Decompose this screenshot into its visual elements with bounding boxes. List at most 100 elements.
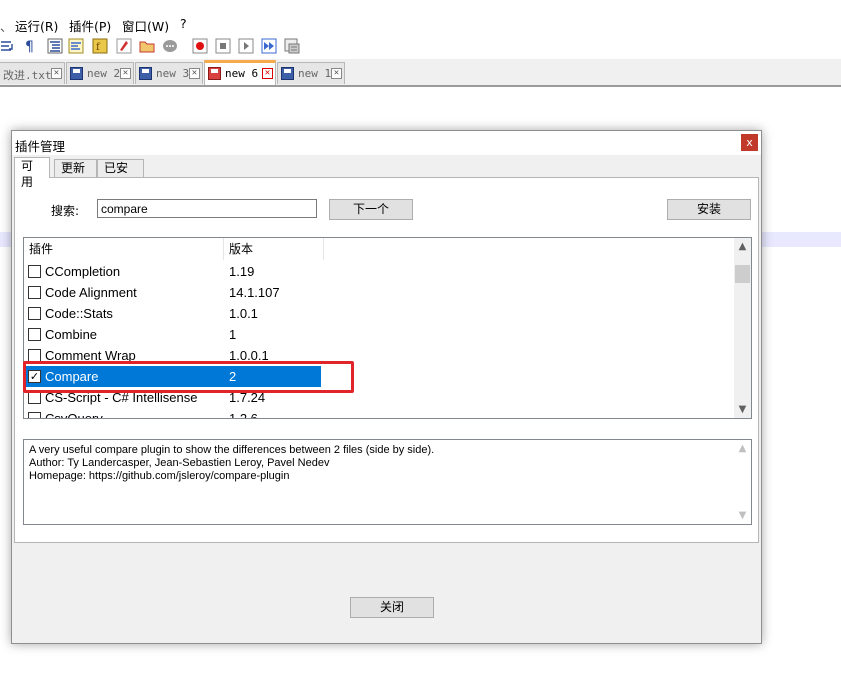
menu-bar: 、 运行(R) 插件(P) 窗口(W) ? [0, 13, 841, 35]
close-icon[interactable]: ✕ [51, 68, 62, 79]
plugin-name: Code::Stats [45, 306, 113, 321]
stop-macro-icon[interactable] [215, 38, 231, 54]
table-row[interactable]: Code Alignment 14.1.107 [24, 282, 321, 303]
pilcrow-icon[interactable]: ¶ [22, 38, 38, 55]
chevron-up-icon[interactable]: ▲ [734, 238, 751, 255]
doc-tab[interactable]: 改进.txt ✕ [0, 62, 65, 84]
play-macro-icon[interactable] [238, 38, 254, 54]
doc-map-icon[interactable] [68, 38, 84, 54]
save-disk-icon [281, 67, 294, 80]
plugin-checkbox[interactable] [28, 349, 41, 362]
function-list-icon[interactable]: f [92, 38, 108, 54]
run-macro-multiple-icon[interactable] [261, 38, 277, 54]
plugin-name: CsvQuery [45, 411, 103, 419]
menu-window[interactable]: 窗口(W) [122, 16, 169, 35]
plugin-name: Code Alignment [45, 285, 137, 300]
available-tab-panel: 搜索: 下一个 安装 插件 版本 CCompletion 1.19 Code Ali… [14, 177, 759, 543]
plugin-version: 1.0.0.1 [229, 348, 269, 363]
close-icon[interactable]: ✕ [189, 68, 200, 79]
folder-workspace-icon[interactable] [116, 38, 132, 54]
description-line: A very useful compare plugin to show the… [29, 444, 435, 456]
plugin-admin-dialog: 插件管理 x 可用 更新 已安装 搜索: 下一个 安装 插件 版本 CCompl… [11, 130, 762, 644]
list-scrollbar[interactable]: ▲ ▼ [734, 238, 751, 418]
svg-text:¶: ¶ [25, 39, 34, 54]
close-button[interactable]: 关闭 [350, 597, 434, 618]
close-icon[interactable]: ✕ [262, 68, 273, 79]
doc-tab-label: new 2 [87, 67, 121, 80]
close-icon[interactable]: x [741, 134, 758, 151]
plugin-checkbox[interactable] [28, 391, 41, 404]
column-header-version[interactable]: 版本 [224, 238, 324, 260]
plugin-name: Compare [45, 369, 99, 384]
save-macro-icon[interactable] [284, 38, 300, 54]
document-tab-strip: 改进.txt ✕ new 2 ✕ new 3 ✕ new 6 ✕ new 1 ✕ [0, 59, 841, 87]
column-header-plugin[interactable]: 插件 [24, 238, 224, 260]
install-button[interactable]: 安装 [667, 199, 751, 220]
save-disk-icon [139, 67, 152, 80]
doc-tab[interactable]: new 3 ✕ [135, 62, 203, 84]
table-row[interactable]: CCompletion 1.19 [24, 261, 321, 282]
tab-updates[interactable]: 更新 [54, 159, 97, 177]
search-input[interactable] [97, 199, 317, 218]
plugin-checkbox[interactable] [28, 307, 41, 320]
menu-run[interactable]: 运行(R) [15, 16, 58, 35]
plugin-name: CCompletion [45, 264, 121, 279]
tab-available[interactable]: 可用 [14, 157, 50, 189]
table-row[interactable]: CsvQuery 1.2.6 [24, 408, 321, 419]
plugin-list[interactable]: 插件 版本 CCompletion 1.19 Code Alignment 14.1.… [23, 237, 752, 419]
plugin-version: 1.7.24 [229, 390, 266, 405]
tab-installed[interactable]: 已安装 [97, 159, 144, 191]
doc-tab[interactable]: new 1 ✕ [277, 62, 345, 84]
plugin-name: Comment Wrap [45, 348, 136, 363]
chevron-up-icon[interactable]: ▲ [734, 440, 751, 457]
folder-icon[interactable] [139, 38, 155, 54]
list-header: 插件 版本 [24, 238, 324, 260]
description-line: Homepage: https://github.com/jsleroy/com… [29, 470, 290, 482]
wrap-icon[interactable] [0, 38, 16, 54]
next-button[interactable]: 下一个 [329, 199, 413, 220]
plugin-version: 14.1.107 [229, 285, 280, 300]
doc-tab-label: 改进.txt [3, 69, 52, 82]
plugin-version: 1.0.1 [229, 306, 258, 321]
doc-tab-active[interactable]: new 6 ✕ [204, 60, 276, 85]
plugin-version: 1 [229, 327, 237, 342]
plugin-checkbox[interactable] [28, 265, 41, 278]
menu-plugins[interactable]: 插件(P) [69, 16, 111, 35]
table-row[interactable]: Comment Wrap 1.0.0.1 [24, 345, 321, 366]
description-line: Author: Ty Landercasper, Jean-Sebastien … [29, 457, 330, 469]
plugin-description: A very useful compare plugin to show the… [23, 439, 752, 525]
search-label: 搜索: [51, 204, 80, 218]
menu-help[interactable]: ? [180, 16, 187, 31]
table-row[interactable]: Code::Stats 1.0.1 [24, 303, 321, 324]
doc-tab[interactable]: new 2 ✕ [66, 62, 134, 84]
save-disk-icon [208, 67, 221, 80]
plugin-version: 1.19 [229, 264, 255, 279]
doc-tab-label: new 3 [156, 67, 190, 80]
indent-guide-icon[interactable] [47, 38, 63, 54]
record-macro-icon[interactable] [192, 38, 208, 54]
table-row[interactable]: CS-Script - C# Intellisense 1.7.24 [24, 387, 321, 408]
close-icon[interactable]: ✕ [120, 68, 131, 79]
plugin-checkbox[interactable] [28, 286, 41, 299]
save-disk-icon [70, 67, 83, 80]
table-row[interactable]: Combine 1 [24, 324, 321, 345]
plugin-checkbox[interactable]: ✓ [28, 370, 41, 383]
chevron-down-icon[interactable]: ▼ [734, 507, 751, 524]
description-scrollbar[interactable]: ▲ ▼ [734, 440, 751, 524]
editor-current-line [762, 232, 841, 247]
plugin-checkbox[interactable] [28, 328, 41, 341]
doc-tab-label: new 1 [298, 67, 332, 80]
chevron-down-icon[interactable]: ▼ [734, 401, 751, 418]
plugin-version: 2 [229, 369, 237, 384]
editor-current-line [0, 232, 11, 247]
table-row[interactable]: ✓ Compare 2 [24, 366, 321, 387]
dialog-title: 插件管理 [15, 139, 66, 154]
toolbar: ¶ f [0, 35, 841, 57]
dialog-tabs: 可用 更新 已安装 [12, 157, 761, 191]
close-icon[interactable]: ✕ [331, 68, 342, 79]
dialog-titlebar[interactable]: 插件管理 x [12, 131, 761, 155]
menu-edge-fragment: 、 [0, 19, 13, 34]
scroll-thumb[interactable] [735, 265, 750, 283]
speech-icon[interactable] [162, 38, 178, 54]
plugin-checkbox[interactable] [28, 412, 41, 418]
